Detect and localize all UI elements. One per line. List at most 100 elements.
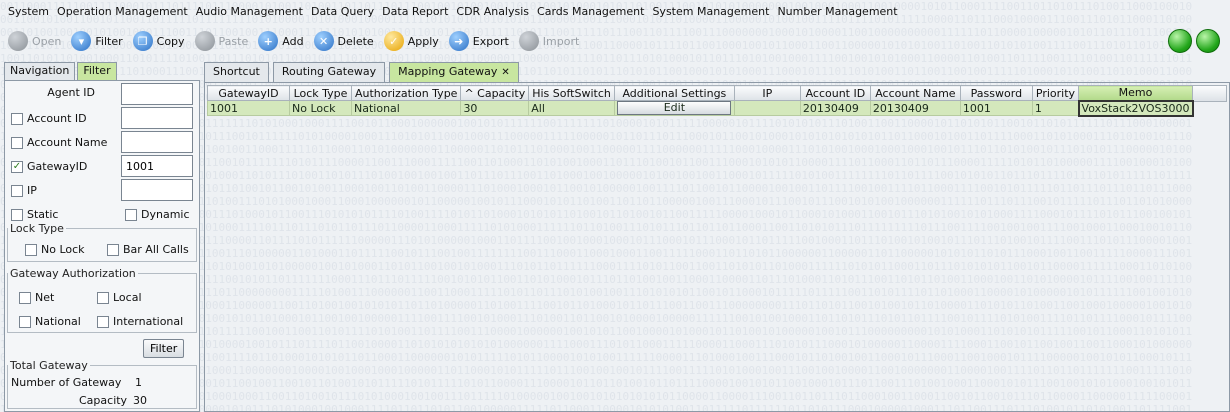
menu-system[interactable]: System [4,5,53,18]
gateway-id-label: GatewayID [27,160,88,173]
account-name-label: Account Name [27,136,108,149]
cell-account-name[interactable]: 20130409 [869,100,961,116]
col-his-softswitch[interactable]: His SoftSwitch [528,85,615,101]
account-name-row: Account Name [11,136,107,149]
cell-gateway-id[interactable]: 1001 [207,100,290,116]
add-icon: + [258,31,279,51]
international-label: International [113,315,184,328]
close-tab-icon[interactable]: ✕ [501,67,509,78]
col-account-name[interactable]: Account Name [869,85,961,101]
add-button[interactable]: + Add [258,31,304,51]
tab-routing-gateway-label: Routing Gateway [281,65,377,78]
menu-data-report[interactable]: Data Report [378,5,452,18]
net-label: Net [35,291,55,304]
cell-his-softswitch[interactable]: All [528,100,615,116]
tab-shortcut-label: Shortcut [213,65,260,78]
menu-system-management[interactable]: System Management [648,5,773,18]
local-row: Local [97,291,142,304]
export-label: Export [472,34,509,48]
col-lock-type[interactable]: Lock Type [289,85,352,101]
menu-cdr-analysis[interactable]: CDR Analysis [452,5,533,18]
no-lock-row: No Lock [25,243,85,256]
col-gateway-id[interactable]: GatewayID [207,85,290,101]
col-priority[interactable]: Priority [1031,85,1080,101]
ip-input[interactable] [121,179,193,201]
export-button[interactable]: ➜ Export [448,31,509,51]
tab-mapping-gateway-label: Mapping Gateway [398,65,498,78]
cell-lock-type[interactable]: No Lock [289,100,352,116]
table-row[interactable]: 1001 No Lock National 30 All Edit 201304… [207,99,1194,117]
cell-additional-settings: Edit [613,100,735,116]
dynamic-row: Dynamic [125,208,190,221]
cell-password[interactable]: 1001 [959,100,1033,116]
gateway-id-checkbox[interactable]: ✓ [11,160,23,173]
main-tabs: Shortcut Routing Gateway Mapping Gateway… [204,62,1230,82]
filter-submit-button[interactable]: Filter [143,339,185,358]
cell-account-id[interactable]: 20130409 [799,100,871,116]
menu-number-management[interactable]: Number Management [773,5,901,18]
import-button[interactable]: Import [518,31,579,51]
cell-priority[interactable]: 1 [1031,100,1080,116]
col-password[interactable]: Password [959,85,1033,101]
apply-icon: ✓ [383,31,404,51]
account-id-input[interactable] [121,107,193,129]
filter-button[interactable]: ▾ Filter [71,31,123,51]
national-checkbox[interactable] [19,315,31,328]
no-lock-label: No Lock [41,243,85,256]
local-checkbox[interactable] [97,291,109,304]
dynamic-checkbox[interactable] [125,208,137,221]
cell-ip[interactable] [733,100,801,116]
total-gateway-legend: Total Gateway [10,359,88,372]
col-additional-settings[interactable]: Additional Settings [613,85,735,101]
apply-button[interactable]: ✓ Apply [383,31,439,51]
menu-bar: System Operation Management Audio Manage… [0,0,1230,22]
delete-icon: ✕ [313,31,334,51]
tab-shortcut[interactable]: Shortcut [204,62,269,82]
paste-icon [194,31,215,51]
menu-cards-management[interactable]: Cards Management [533,5,648,18]
open-button[interactable]: Open [8,31,61,51]
cell-memo[interactable]: VoxStack2VOS3000 [1077,99,1194,117]
cell-capacity[interactable]: 30 [460,100,530,116]
ip-row: IP [11,184,37,197]
status-indicator-2 [1196,29,1220,53]
agent-id-input[interactable] [121,83,193,105]
apply-label: Apply [407,34,439,48]
tab-navigation[interactable]: Navigation [4,62,76,80]
tab-routing-gateway[interactable]: Routing Gateway [272,62,386,82]
paste-button[interactable]: Paste [194,31,249,51]
static-checkbox[interactable] [11,208,23,221]
col-memo[interactable]: Memo [1078,85,1194,101]
menu-data-query[interactable]: Data Query [307,5,378,18]
no-lock-checkbox[interactable] [25,243,37,256]
lock-type-group: Lock Type [7,222,197,262]
filter-panel: Agent ID Account ID Account Name ✓ Gatewa… [4,80,200,412]
copy-button[interactable]: ❐ Copy [132,31,185,51]
import-icon [518,31,539,51]
col-authorization-type[interactable]: Authorization Type [350,85,462,101]
paste-label: Paste [218,34,249,48]
account-name-checkbox[interactable] [11,136,23,149]
account-name-input[interactable] [121,131,193,153]
col-capacity[interactable]: ^ Capacity [460,85,530,101]
gateway-id-input[interactable] [121,155,193,177]
account-id-checkbox[interactable] [11,112,23,125]
number-of-gateway-label: Number of Gateway [11,376,122,389]
international-row: International [97,315,183,328]
edit-button[interactable]: Edit [617,101,732,115]
cell-authorization-type[interactable]: National [350,100,462,116]
delete-button[interactable]: ✕ Delete [313,31,374,51]
col-account-id[interactable]: Account ID [799,85,871,101]
tab-mapping-gateway[interactable]: Mapping Gateway ✕ [389,62,519,82]
col-ip[interactable]: IP [733,85,801,101]
table-header-row: GatewayID Lock Type Authorization Type ^… [207,85,1194,101]
static-label: Static [27,208,59,221]
menu-audio-management[interactable]: Audio Management [192,5,307,18]
menu-operation-management[interactable]: Operation Management [53,5,192,18]
tab-filter[interactable]: Filter [77,62,117,80]
gateway-table: GatewayID Lock Type Authorization Type ^… [207,85,1194,117]
ip-checkbox[interactable] [11,184,23,197]
net-checkbox[interactable] [19,291,31,304]
bar-all-calls-checkbox[interactable] [107,243,119,256]
international-checkbox[interactable] [97,315,109,328]
